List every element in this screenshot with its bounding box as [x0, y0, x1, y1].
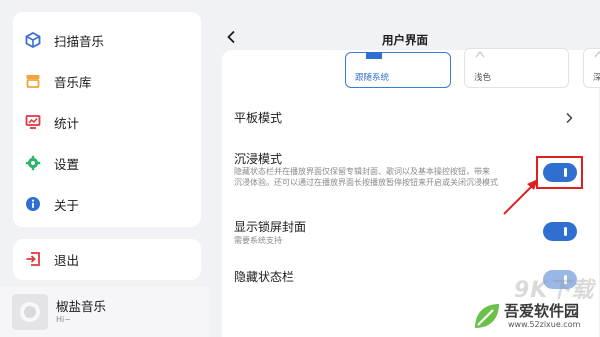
immersive-mode-desc-2: 沉浸体验。还可以通过在播放界面长按播放暂停按钮来开启或关闭沉浸模式 — [234, 178, 498, 187]
dark-preview-icon — [594, 51, 600, 58]
scan-cube-icon — [24, 31, 42, 49]
logout-button[interactable]: 退出 — [24, 247, 194, 271]
light-preview-icon — [475, 51, 485, 58]
tablet-mode-title[interactable]: 平板模式 — [234, 109, 282, 126]
hide-statusbar-title: 隐藏状态栏 — [234, 270, 295, 284]
sidebar-item-label: 扫描音乐 — [54, 33, 105, 49]
immersive-mode-title: 沉浸模式 — [234, 152, 283, 166]
player-subtitle: Hi~ — [56, 315, 71, 324]
sidebar-item-stats[interactable]: 统计 — [24, 110, 194, 134]
sidebar: 扫描音乐 音乐库 统计 设置 关于 — [13, 12, 201, 227]
lockscreen-cover-title: 显示锁屏封面 — [234, 220, 307, 234]
theme-option-label: 跟随系统 — [355, 73, 390, 83]
theme-option-label: 浅色 — [474, 73, 492, 83]
player-title: 椒盐音乐 — [56, 299, 107, 314]
watermark-url: www.52zixue.com — [508, 320, 581, 329]
info-icon — [24, 195, 42, 213]
sidebar-item-label: 音乐库 — [54, 74, 92, 90]
logout-icon — [24, 250, 42, 268]
sidebar-item-library[interactable]: 音乐库 — [24, 69, 194, 93]
sidebar-item-label: 统计 — [54, 115, 80, 131]
annotation-arrow-icon — [503, 179, 538, 215]
sidebar-item-label: 关于 — [54, 197, 80, 213]
sidebar-item-label: 设置 — [54, 156, 80, 172]
lockscreen-cover-toggle[interactable] — [543, 222, 577, 241]
mini-player[interactable]: 椒盐音乐 Hi~ — [0, 287, 210, 337]
stats-icon — [24, 113, 42, 131]
gear-icon — [24, 154, 42, 172]
theme-preview — [366, 52, 382, 59]
page-title: 用户界面 — [382, 33, 428, 47]
album-art — [12, 294, 48, 330]
logout-card: 退出 — [13, 239, 201, 280]
theme-option-follow-system[interactable]: 跟随系统 — [345, 52, 451, 88]
library-icon — [24, 72, 42, 90]
theme-option-label: 深色 — [593, 73, 600, 83]
watermark-logo-icon — [475, 304, 499, 328]
app-root: 扫描音乐 音乐库 统计 设置 关于 退出 椒盐音乐 Hi~ 用户界面 跟随系统 … — [0, 0, 600, 337]
toggle-knob — [564, 227, 567, 236]
lockscreen-cover-desc: 需要系统支持 — [234, 236, 282, 245]
sidebar-item-scan-music[interactable]: 扫描音乐 — [24, 28, 194, 52]
logout-label: 退出 — [54, 252, 80, 268]
immersive-mode-desc-1: 隐藏状态栏并在播放界面仅保留专辑封面、歌词以及基本操控按钮，带来 — [234, 167, 490, 176]
sidebar-item-about[interactable]: 关于 — [24, 192, 194, 216]
disc-icon — [20, 302, 40, 322]
chevron-right-icon[interactable] — [564, 112, 574, 124]
sidebar-item-settings[interactable]: 设置 — [24, 151, 194, 175]
theme-option-dark[interactable]: 深色 — [583, 48, 600, 88]
watermark-site-name: 吾爱软件园 — [504, 302, 580, 320]
theme-option-light[interactable]: 浅色 — [464, 48, 569, 88]
